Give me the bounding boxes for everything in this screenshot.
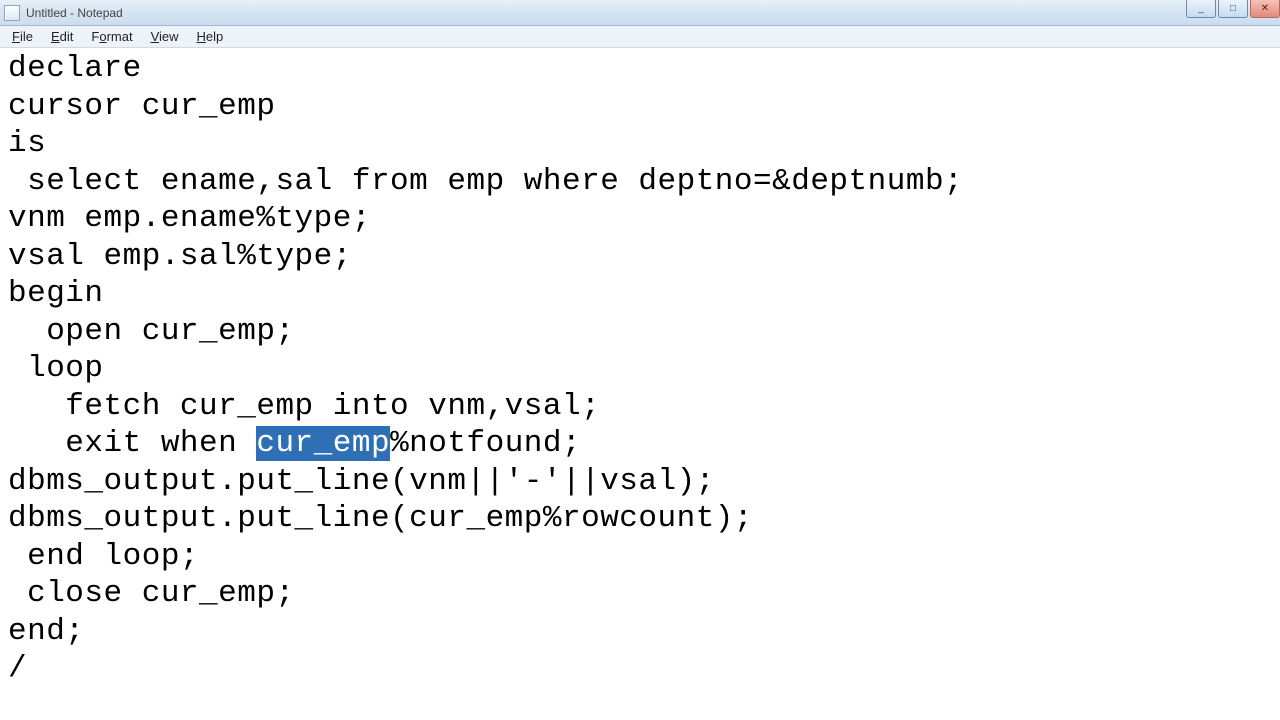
maximize-button[interactable]: □ xyxy=(1218,0,1248,18)
menu-file[interactable]: File xyxy=(4,27,41,46)
code-line: / xyxy=(8,651,27,686)
minimize-button[interactable]: _ xyxy=(1186,0,1216,18)
menubar: File Edit Format View Help xyxy=(0,26,1280,48)
text-selection: cur_emp xyxy=(256,426,390,461)
code-line: select ename,sal from emp where deptno=&… xyxy=(8,164,963,199)
menu-view[interactable]: View xyxy=(143,27,187,46)
code-line: end loop; xyxy=(8,539,199,574)
code-line: declare xyxy=(8,51,142,86)
menu-help[interactable]: Help xyxy=(189,27,232,46)
code-line: loop xyxy=(8,351,104,386)
code-line: end; xyxy=(8,614,84,649)
close-button[interactable]: ✕ xyxy=(1250,0,1280,18)
code-line: begin xyxy=(8,276,104,311)
code-line: is xyxy=(8,126,46,161)
titlebar[interactable]: Untitled - Notepad _ □ ✕ xyxy=(0,0,1280,26)
code-line: vnm emp.ename%type; xyxy=(8,201,371,236)
code-line-part: %notfound; xyxy=(390,426,581,461)
notepad-window: Untitled - Notepad _ □ ✕ File Edit Forma… xyxy=(0,0,1280,720)
code-line: dbms_output.put_line(vnm||'-'||vsal); xyxy=(8,464,715,499)
code-line: vsal emp.sal%type; xyxy=(8,239,352,274)
window-controls: _ □ ✕ xyxy=(1186,0,1280,20)
code-line: dbms_output.put_line(cur_emp%rowcount); xyxy=(8,501,753,536)
code-line: open cur_emp; xyxy=(8,314,295,349)
code-line: fetch cur_emp into vnm,vsal; xyxy=(8,389,600,424)
code-line-part: exit when xyxy=(8,426,256,461)
text-editor[interactable]: declare cursor cur_emp is select ename,s… xyxy=(0,48,1280,720)
menu-format[interactable]: Format xyxy=(83,27,140,46)
code-line: close cur_emp; xyxy=(8,576,295,611)
notepad-icon xyxy=(4,5,20,21)
code-line: cursor cur_emp xyxy=(8,89,275,124)
window-title: Untitled - Notepad xyxy=(26,6,123,20)
menu-edit[interactable]: Edit xyxy=(43,27,81,46)
